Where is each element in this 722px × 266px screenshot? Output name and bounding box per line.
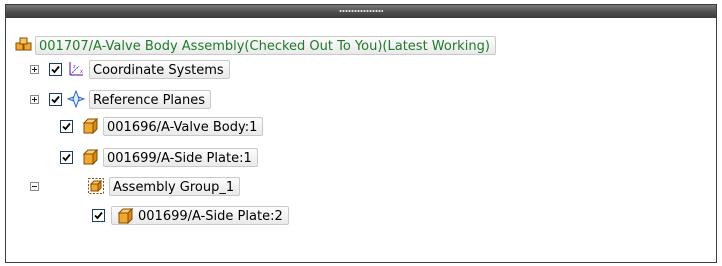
tree-item-label[interactable]: 001696/A-Valve Body:1 [103,116,264,136]
tree-item-reference-planes[interactable]: Reference Planes [30,88,212,110]
visibility-checkbox[interactable] [49,92,62,106]
expand-plus-icon[interactable] [30,94,39,104]
collapse-minus-icon[interactable] [30,181,39,191]
tree-item-label[interactable]: 001699/A-Side Plate:2 [138,209,283,224]
assembly-icon [15,36,33,54]
tree-item-label[interactable]: Coordinate Systems [89,59,230,79]
part-icon [81,117,99,135]
tree-item-label[interactable]: Reference Planes [89,89,212,109]
tree-root-row[interactable]: 001707/A-Valve Body Assembly(Checked Out… [15,34,496,56]
tree-item-label[interactable]: 001699/A-Side Plate:1 [103,147,258,167]
tree-item-side-plate-2[interactable]: 001699/A-Side Plate:2 [92,204,289,226]
tree-item-coordinate-systems[interactable]: z x Coordinate Systems [30,58,230,80]
svg-text:x: x [80,69,83,75]
visibility-checkbox[interactable] [49,62,62,76]
tree-item-side-plate-1[interactable]: 001699/A-Side Plate:1 [60,146,258,168]
coordinate-systems-icon: z x [67,60,85,78]
expand-plus-icon[interactable] [30,64,39,74]
tree-item-assembly-group[interactable]: Assembly Group_1 [30,175,241,197]
assembly-group-icon [87,177,105,195]
tree-item-valve-body[interactable]: 001696/A-Valve Body:1 [60,115,264,137]
part-icon [81,148,99,166]
visibility-checkbox[interactable] [60,119,73,133]
tree-root-label[interactable]: 001707/A-Valve Body Assembly(Checked Out… [35,35,496,55]
part-icon [116,207,134,225]
visibility-checkbox[interactable] [92,208,105,222]
visibility-checkbox[interactable] [60,150,73,164]
drag-grip-handle[interactable] [339,9,383,13]
tree-item-label[interactable]: Assembly Group_1 [109,176,241,196]
reference-planes-icon [67,90,85,108]
svg-text:z: z [73,64,76,70]
panel-title-bar[interactable] [6,5,716,18]
tree-item-label-box[interactable]: 001699/A-Side Plate:2 [111,205,289,225]
